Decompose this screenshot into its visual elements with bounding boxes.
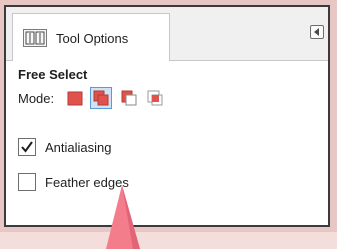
tab-tool-options[interactable]: Tool Options (12, 13, 170, 61)
background-strip (0, 232, 337, 249)
mode-replace-button[interactable] (64, 87, 86, 109)
mode-label: Mode: (18, 91, 55, 106)
tool-title: Free Select (18, 67, 88, 82)
mode-add-icon (93, 90, 109, 106)
mode-replace-icon (67, 91, 83, 106)
checkmark-icon (21, 141, 33, 153)
tab-label: Tool Options (56, 31, 129, 46)
antialiasing-label: Antialiasing (45, 140, 112, 155)
tab-strip: Tool Options (6, 7, 328, 61)
mode-intersect-button[interactable] (144, 87, 166, 109)
antialiasing-checkbox[interactable] (18, 138, 36, 156)
feather-edges-checkbox[interactable] (18, 173, 36, 191)
antialiasing-option[interactable]: Antialiasing (18, 138, 218, 158)
mode-add-button[interactable] (90, 87, 112, 109)
mode-row: Mode: (18, 87, 218, 109)
tab-menu-icon[interactable] (310, 25, 324, 39)
mode-intersect-icon (147, 90, 163, 106)
mode-subtract-icon (121, 90, 137, 106)
tool-options-icon (23, 29, 47, 47)
tool-options-panel: Tool Options Free Select Mode: Antialias… (4, 5, 330, 227)
mode-subtract-button[interactable] (118, 87, 140, 109)
annotation-arrow-icon (106, 185, 140, 249)
